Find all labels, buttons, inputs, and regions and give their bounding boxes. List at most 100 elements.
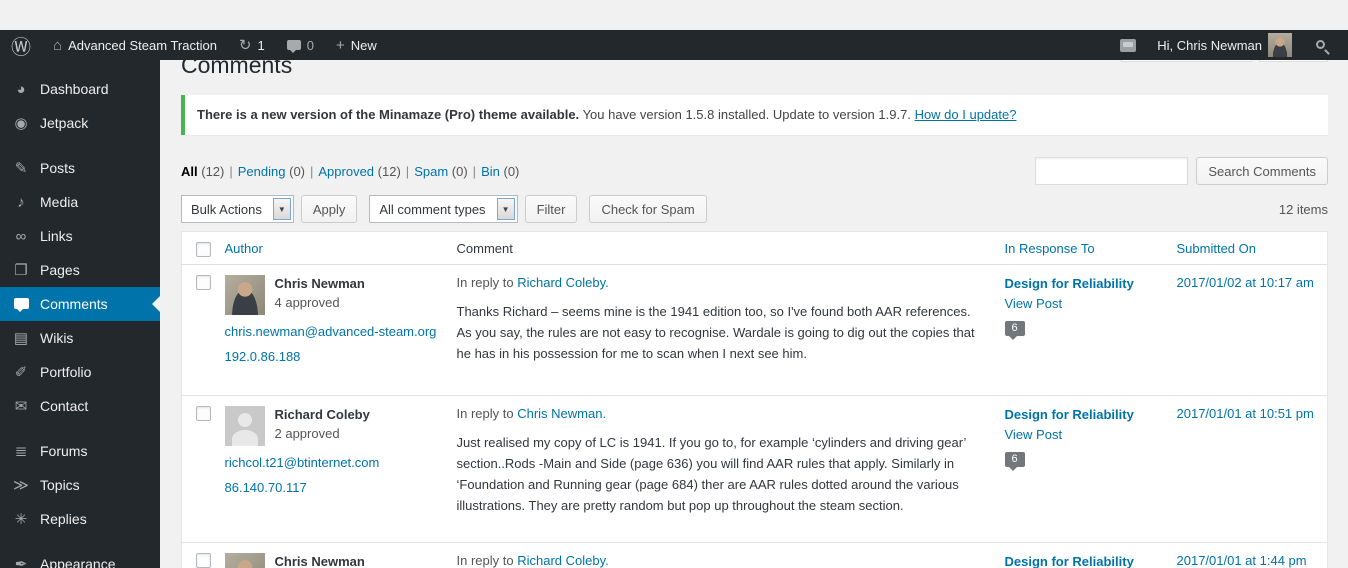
- comment-row: Richard Coleby 2 approved richcol.t21@bt…: [181, 396, 1328, 543]
- magnifier-glyph: [1316, 39, 1325, 49]
- search-icon[interactable]: [1303, 30, 1342, 60]
- in-reply-to-link[interactable]: Richard Coleby.: [517, 275, 609, 290]
- pushpin-icon: ✎: [14, 159, 28, 177]
- wordpress-logo-icon[interactable]: Ⓦ: [0, 30, 42, 60]
- admin-bar: Ⓦ ⌂ Advanced Steam Traction ↻ 1 0 + New …: [0, 30, 1348, 60]
- sidebar-item-portfolio[interactable]: ✐ Portfolio: [0, 355, 160, 389]
- post-title-link[interactable]: Design for Reliability: [1005, 553, 1157, 568]
- comment-count-bubble[interactable]: 6: [1004, 452, 1025, 472]
- sidebar-item-jetpack[interactable]: ◉ Jetpack: [0, 106, 160, 140]
- row-checkbox[interactable]: [196, 275, 211, 291]
- filter-spam[interactable]: Spam (0): [414, 164, 467, 179]
- author-name: Chris Newman: [274, 554, 365, 568]
- row-checkbox[interactable]: [196, 553, 211, 568]
- dashboard-icon: ◕: [16, 80, 26, 98]
- sidebar-item-links[interactable]: ∞ Links: [0, 219, 160, 253]
- comments-table: Author Comment In Response To Submitted …: [181, 231, 1328, 568]
- sidebar-item-media[interactable]: ♪ Media: [0, 185, 160, 219]
- jetpack-icon: ◉: [14, 114, 28, 132]
- author-name: Chris Newman: [274, 276, 365, 292]
- envelope-icon: ✉: [14, 397, 28, 415]
- sort-author-header[interactable]: Author: [225, 241, 263, 256]
- items-count: 12 items: [1278, 201, 1328, 217]
- paintbrush-icon: ✒: [14, 555, 28, 568]
- submitted-date-link[interactable]: 2017/01/01 at 1:44 pm: [1177, 553, 1307, 568]
- comment-types-select[interactable]: All comment types ▼: [369, 195, 518, 224]
- in-reply-to-link[interactable]: Chris Newman.: [517, 406, 606, 421]
- check-for-spam-button[interactable]: Check for Spam: [589, 195, 707, 224]
- sort-submitted-on-header[interactable]: Submitted On: [1177, 241, 1257, 256]
- updates-menu[interactable]: ↻ 1: [228, 30, 276, 60]
- pages-icon: ❐: [14, 261, 28, 279]
- sidebar-item-topics[interactable]: ≫ Topics: [0, 468, 160, 502]
- filter-approved[interactable]: Approved (12): [318, 164, 400, 179]
- author-avatar: [224, 275, 265, 316]
- select-all-checkbox[interactable]: [196, 242, 211, 258]
- theme-update-notice: There is a new version of the Minamaze (…: [181, 95, 1328, 136]
- filter-all[interactable]: All (12): [181, 164, 224, 179]
- chevron-down-icon: ▼: [496, 198, 515, 221]
- sidebar-item-replies[interactable]: ✳ Replies: [0, 502, 160, 536]
- notification-icon[interactable]: [1120, 38, 1137, 52]
- author-name: Richard Coleby: [274, 407, 370, 423]
- submitted-date-link[interactable]: 2017/01/02 at 10:17 am: [1177, 275, 1314, 290]
- author-email-link[interactable]: richcol.t21@btinternet.com: [225, 453, 437, 473]
- comment-count: 0: [306, 37, 314, 53]
- comment-text: Just realised my copy of LC is 1941. If …: [456, 435, 966, 514]
- site-menu[interactable]: ⌂ Advanced Steam Traction: [42, 30, 228, 60]
- row-checkbox[interactable]: [196, 406, 211, 422]
- author-ip-link[interactable]: 86.140.70.117: [225, 478, 437, 498]
- notice-body-text: You have version 1.5.8 installed. Update…: [582, 107, 911, 122]
- sidebar-item-forums[interactable]: ≣ Forums: [0, 434, 160, 468]
- bee-icon: ✳: [14, 510, 28, 528]
- approved-count: 2 approved: [274, 426, 340, 442]
- comment-row: Chris Newman 4 approved In reply to Rich…: [182, 543, 1328, 568]
- filter-pending[interactable]: Pending (0): [238, 164, 305, 179]
- author-ip-link[interactable]: 192.0.86.188: [225, 347, 437, 367]
- comment-text: Thanks Richard – seems mine is the 1941 …: [456, 304, 975, 362]
- current-item-arrow: [144, 296, 160, 312]
- author-avatar: [224, 553, 265, 568]
- filter-button[interactable]: Filter: [524, 195, 578, 224]
- post-title-link[interactable]: Design for Reliability: [1005, 275, 1157, 294]
- media-icon: ♪: [17, 193, 25, 211]
- sidebar-item-dashboard[interactable]: ◕ Dashboard: [0, 72, 160, 106]
- sort-in-response-to-header[interactable]: In Response To: [1005, 241, 1095, 256]
- sidebar-item-comments[interactable]: Comments: [0, 287, 160, 321]
- sidebar-item-wikis[interactable]: ▤ Wikis: [0, 321, 160, 355]
- post-title-link[interactable]: Design for Reliability: [1005, 406, 1157, 425]
- approved-count: 4 approved: [274, 295, 340, 311]
- view-post-link[interactable]: View Post: [1005, 427, 1157, 442]
- forums-icon: ≣: [14, 442, 28, 460]
- submitted-date-link[interactable]: 2017/01/01 at 10:51 pm: [1177, 406, 1314, 421]
- comment-bubble-icon: [286, 40, 301, 53]
- book-icon: ▤: [13, 329, 29, 347]
- sidebar-item-contact[interactable]: ✉ Contact: [0, 389, 160, 423]
- bulk-actions-select[interactable]: Bulk Actions ▼: [181, 195, 294, 224]
- author-email-link[interactable]: chris.newman@advanced-steam.org: [225, 322, 437, 342]
- home-icon: ⌂: [53, 36, 63, 54]
- search-comments-button[interactable]: Search Comments: [1196, 157, 1328, 186]
- sidebar-item-pages[interactable]: ❐ Pages: [0, 253, 160, 287]
- filter-bin[interactable]: Bin (0): [481, 164, 519, 179]
- apply-button[interactable]: Apply: [300, 195, 358, 224]
- author-avatar: [224, 406, 265, 447]
- status-filters: All (12) | Pending (0) | Approved (12) | Spam …: [181, 164, 520, 180]
- sidebar-item-appearance[interactable]: ✒ Appearance: [0, 547, 160, 568]
- chevron-down-icon: ▼: [272, 198, 291, 221]
- search-comments-input[interactable]: [1035, 157, 1189, 186]
- update-icon: ↻: [238, 36, 252, 54]
- site-name: Advanced Steam Traction: [68, 37, 217, 53]
- how-do-i-update-link[interactable]: How do I update?: [915, 107, 1017, 122]
- notice-bold-text: There is a new version of the Minamaze (…: [197, 107, 580, 122]
- in-reply-to-link[interactable]: Richard Coleby.: [517, 553, 609, 568]
- sidebar-item-posts[interactable]: ✎ Posts: [0, 151, 160, 185]
- comment-count-bubble[interactable]: 6: [1004, 321, 1025, 341]
- comments-bubble-icon: [11, 297, 31, 312]
- new-menu[interactable]: + New: [325, 30, 388, 60]
- comments-menu[interactable]: 0: [276, 30, 325, 60]
- view-post-link[interactable]: View Post: [1005, 296, 1157, 311]
- plus-icon: +: [335, 36, 345, 54]
- portfolio-pin-icon: ✐: [14, 363, 28, 381]
- account-menu[interactable]: Hi, Chris Newman: [1146, 30, 1303, 60]
